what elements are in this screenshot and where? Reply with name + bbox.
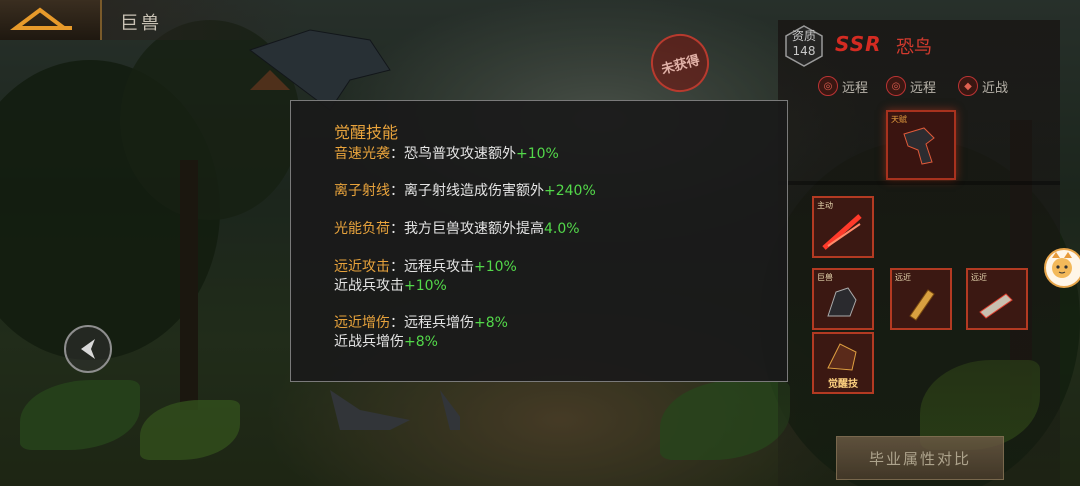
skill-value: +8% (474, 315, 508, 331)
ranged-icon: ◎ (818, 76, 838, 96)
tag-ranged-1: ◎ 远程 (818, 76, 868, 96)
skill-desc: 离子射线造成伤害额外 (404, 183, 544, 199)
assistant-cat-button[interactable] (1044, 248, 1080, 288)
quality-value: 148 (792, 44, 816, 58)
skill-name: 远近攻击 (334, 259, 390, 275)
ranged-icon: ◎ (886, 76, 906, 96)
skill-name: 音速光袭 (334, 146, 390, 162)
skill-desc: 近战兵增伤 (334, 334, 404, 350)
page-title: 巨兽 (120, 13, 162, 34)
skill-line: 光能负荷：我方巨兽攻速额外提高4.0% (334, 218, 580, 238)
separator: ： (390, 221, 404, 237)
beast-skill-icon (827, 287, 857, 317)
skill-desc: 近战兵攻击 (334, 278, 404, 294)
skill-desc: 远程兵增伤 (404, 315, 474, 331)
cat-face-icon (1052, 252, 1072, 278)
rarity-badge: SSR (835, 32, 882, 56)
skill-line-continued: 近战兵增伤+8% (334, 331, 438, 351)
separator: ： (390, 259, 404, 275)
skill-line: 远近攻击：远程兵攻击+10% (334, 256, 517, 276)
tag-label: 远程 (842, 80, 869, 96)
quality-label: 资质 (791, 29, 816, 43)
dialog-title: 觉醒技能 (334, 123, 399, 142)
chevron-left-icon (81, 339, 95, 359)
skill-line: 离子射线：离子射线造成伤害额外+240% (334, 180, 596, 200)
max-stats-compare-button[interactable]: 毕业属性对比 (836, 436, 1004, 480)
skill-desc: 我方巨兽攻速额外提高 (404, 221, 544, 237)
skill-value: +10% (404, 278, 447, 294)
skill-name: 光能负荷 (334, 221, 390, 237)
skill-value: +10% (474, 259, 517, 275)
ranged-melee-skill-slot-1[interactable]: 远近 (890, 268, 952, 330)
tag-melee: ◆ 近战 (958, 76, 1008, 96)
awaken-skill-label: 觉醒技 (828, 379, 858, 390)
talent-portrait[interactable]: 天赋 (886, 110, 956, 180)
separator: ： (390, 146, 404, 162)
previous-unit-button[interactable] (64, 325, 112, 373)
skill-value: +8% (404, 334, 438, 350)
active-skill-slot[interactable]: 主动 (812, 196, 874, 258)
skill-desc: 恐鸟普攻攻速额外 (404, 146, 516, 162)
awaken-skill-icon (827, 343, 857, 371)
beast-skill-slot[interactable]: 巨兽 (812, 268, 874, 330)
unit-name: 恐鸟 (896, 37, 932, 58)
awaken-skills-dialog: 觉醒技能 音速光袭：恐鸟普攻攻速额外+10% 离子射线：离子射线造成伤害额外+2… (290, 100, 788, 382)
dinosaur-portrait-icon (903, 127, 935, 165)
tag-label: 远程 (910, 80, 937, 96)
skill-line: 远近增伤：远程兵增伤+8% (334, 312, 508, 332)
skill-line: 音速光袭：恐鸟普攻攻速额外+10% (334, 143, 559, 163)
skill-line-continued: 近战兵攻击+10% (334, 275, 447, 295)
separator: ： (390, 315, 404, 331)
tag-label: 近战 (982, 80, 1009, 96)
skill-name: 远近增伤 (334, 315, 390, 331)
tag-ranged-2: ◎ 远程 (886, 76, 936, 96)
skill-value: +240% (544, 183, 596, 199)
shell-icon (979, 293, 1013, 319)
skill-value: 4.0% (544, 221, 580, 237)
back-arrow-icon (10, 7, 72, 30)
skill-name: 离子射线 (334, 183, 390, 199)
skill-desc: 远程兵攻击 (404, 259, 474, 275)
panel-divider (778, 181, 1060, 185)
melee-icon: ◆ (958, 76, 978, 96)
skill-value: +10% (516, 146, 559, 162)
awaken-skill-slot[interactable]: 觉醒技 (812, 332, 874, 394)
laser-beam-icon (822, 214, 862, 250)
separator: ： (390, 183, 404, 199)
ranged-melee-skill-slot-2[interactable]: 远近 (966, 268, 1028, 330)
bullet-icon (909, 289, 935, 321)
back-button[interactable] (0, 0, 102, 40)
